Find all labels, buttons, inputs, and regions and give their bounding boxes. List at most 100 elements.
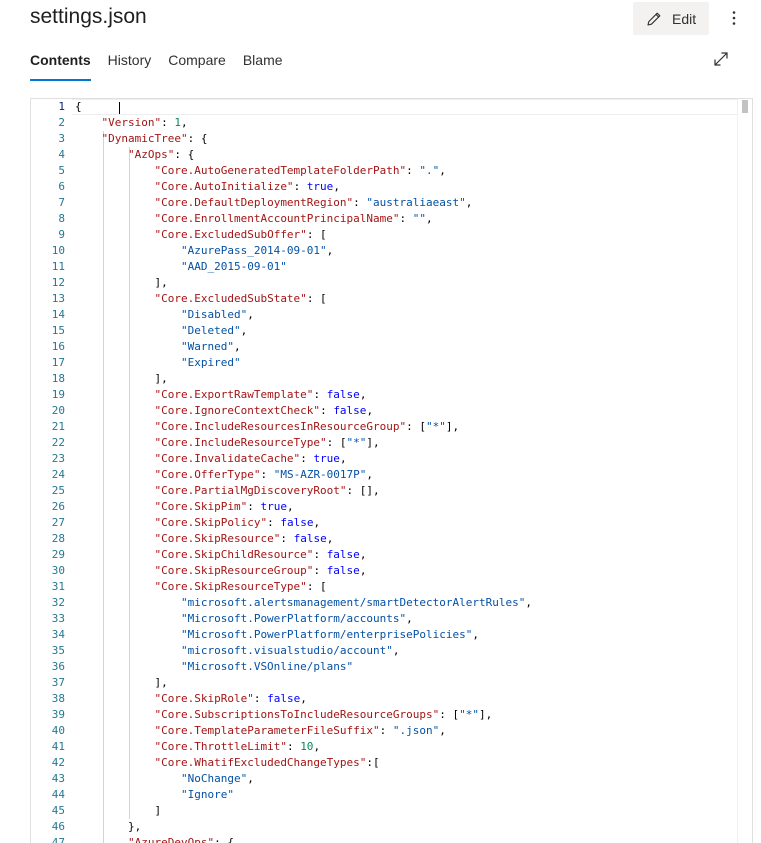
- line-number: 42: [51, 756, 65, 769]
- code-token: "microsoft.visualstudio/account": [180, 644, 393, 657]
- line-number: 4: [58, 148, 65, 161]
- edit-button[interactable]: Edit: [633, 2, 709, 35]
- code-line: "Deleted",: [75, 323, 738, 339]
- code-line: "Core.SkipPim": true,: [75, 499, 738, 515]
- code-token: "Microsoft.VSOnline/plans": [180, 660, 354, 673]
- code-token: ,: [286, 500, 294, 513]
- expand-icon: [714, 52, 728, 66]
- code-token: "AAD_2015-09-01": [180, 260, 287, 273]
- code-line: "AzurePass_2014-09-01",: [75, 243, 738, 259]
- code-token: :: [313, 548, 327, 561]
- line-number: 15: [51, 324, 65, 337]
- line-number: 34: [51, 628, 65, 641]
- code-token: ]: [75, 804, 162, 817]
- file-header: settings.json Edit: [0, 0, 761, 40]
- tab-contents[interactable]: Contents: [30, 52, 91, 82]
- code-token: ,: [233, 340, 241, 353]
- code-token: "Core.WhatifExcludedChangeTypes": [154, 756, 367, 769]
- code-line: "Disabled",: [75, 307, 738, 323]
- code-token: :: [313, 564, 327, 577]
- tab-compare[interactable]: Compare: [168, 52, 226, 82]
- line-number: 37: [51, 676, 65, 689]
- code-token: false: [326, 548, 360, 561]
- more-options-button[interactable]: [724, 7, 744, 29]
- line-number: 29: [51, 548, 65, 561]
- line-number: 31: [51, 580, 65, 593]
- code-token: "australiaeast": [366, 196, 466, 209]
- code-token: "Core.SubscriptionsToIncludeResourceGrou…: [154, 708, 440, 721]
- code-line: ],: [75, 371, 738, 387]
- code-token: ,: [333, 180, 340, 193]
- line-number: 14: [51, 308, 65, 321]
- code-line: "Core.SkipResourceType": [: [75, 579, 738, 595]
- line-number: 17: [51, 356, 65, 369]
- scrollbar-thumb[interactable]: [742, 100, 748, 113]
- tab-history[interactable]: History: [108, 52, 152, 82]
- code-line: "AzOps": {: [75, 147, 738, 163]
- line-number: 2: [58, 116, 65, 129]
- code-token: "Core.ThrottleLimit": [154, 740, 287, 753]
- code-token: ,: [247, 772, 254, 785]
- line-number: 25: [51, 484, 65, 497]
- code-token: ,: [406, 612, 413, 625]
- code-token: "Core.AutoInitialize": [154, 180, 294, 193]
- code-token: "Core.IncludeResourcesInResourceGroup": [154, 420, 407, 433]
- code-line: "Core.SubscriptionsToIncludeResourceGrou…: [75, 707, 738, 723]
- code-token: "*": [426, 420, 446, 433]
- code-line: "Core.WhatifExcludedChangeTypes":[: [75, 755, 738, 771]
- code-token: false: [333, 404, 367, 417]
- code-line: "NoChange",: [75, 771, 738, 787]
- code-token: "NoChange": [180, 772, 248, 785]
- code-line: "Microsoft.PowerPlatform/enterprisePolic…: [75, 627, 738, 643]
- code-line: "Core.SkipChildResource": false,: [75, 547, 738, 563]
- code-line: ]: [75, 803, 738, 819]
- line-number: 23: [51, 452, 65, 465]
- code-line: "Core.ThrottleLimit": 10,: [75, 739, 738, 755]
- expand-button[interactable]: [712, 50, 732, 70]
- code-token: : {: [187, 132, 208, 145]
- code-line: "DynamicTree": {: [75, 131, 738, 147]
- code-line: "Version": 1,: [75, 115, 738, 131]
- code-token: "Core.InvalidateCache": [154, 452, 301, 465]
- tab-blame[interactable]: Blame: [243, 52, 283, 82]
- line-number: 39: [51, 708, 65, 721]
- code-token: ,: [525, 596, 532, 609]
- code-token: : {: [174, 148, 195, 161]
- code-token: "Core.SkipPolicy": [154, 516, 268, 529]
- line-number: 38: [51, 692, 65, 705]
- code-line: "Core.ExcludedSubOffer": [: [75, 227, 738, 243]
- line-number: 33: [51, 612, 65, 625]
- code-token: ,: [300, 692, 307, 705]
- code-token: "Deleted": [180, 324, 241, 337]
- code-token: ,: [339, 452, 347, 465]
- code-token: "Core.ExcludedSubState": [154, 292, 307, 305]
- code-token: "Microsoft.PowerPlatform/accounts": [180, 612, 407, 625]
- code-token: : [: [306, 292, 327, 305]
- code-line: "microsoft.alertsmanagement/smartDetecto…: [75, 595, 738, 611]
- code-token: ,: [472, 628, 479, 641]
- code-editor[interactable]: 1 2 3 4 5 6 7 8 9 10 11 12 13 14 15 16 17 18 19 20 21 22 23 24 2…: [30, 98, 753, 843]
- code-token: 10: [300, 740, 314, 753]
- code-token: ,: [366, 404, 374, 417]
- code-token: ,: [240, 324, 248, 337]
- code-line: "Ignore": [75, 787, 738, 803]
- code-token: : [],: [346, 484, 380, 497]
- code-area[interactable]: { "Version": 1, "DynamicTree": { "AzOps"…: [72, 99, 738, 843]
- line-number: 45: [51, 804, 65, 817]
- vertical-scrollbar[interactable]: [737, 99, 752, 843]
- code-token: "Core.SkipChildResource": [154, 548, 314, 561]
